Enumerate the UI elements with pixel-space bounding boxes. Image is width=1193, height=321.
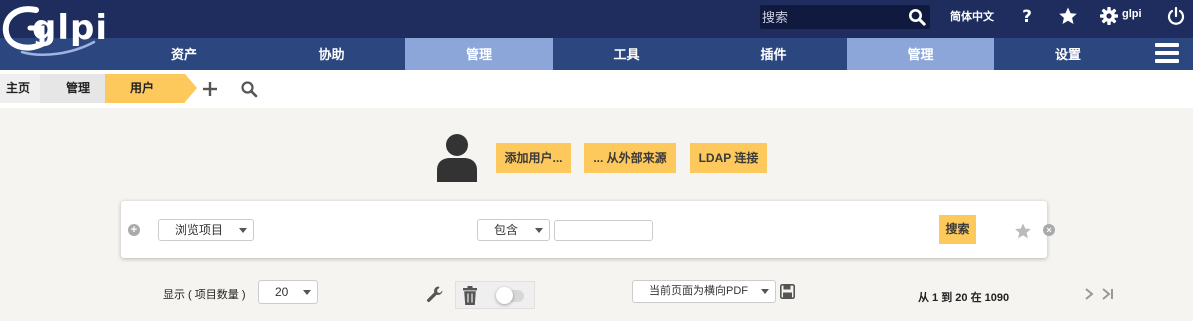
- menu-item-setup[interactable]: 设置: [994, 38, 1142, 70]
- page-size-value: 20: [275, 285, 289, 299]
- ldap-connection-button[interactable]: LDAP 连接: [690, 143, 767, 173]
- breadcrumb-separator: [185, 74, 197, 102]
- search-icon[interactable]: [908, 8, 926, 26]
- menu-item-administration[interactable]: 管理: [847, 38, 994, 70]
- criteria-field-select[interactable]: 浏览项目: [158, 219, 254, 241]
- language-selector[interactable]: 简体中文: [950, 8, 994, 24]
- top-header: 简体中文 ? glpi: [0, 0, 1193, 38]
- criteria-operator-select[interactable]: 包含: [477, 219, 550, 241]
- menu-item-management[interactable]: 管理: [405, 38, 553, 70]
- gear-icon[interactable]: [1099, 6, 1119, 26]
- chevron-down-icon: [303, 290, 311, 295]
- export-format-value: 当前页面为横向PDF: [649, 285, 748, 297]
- menu-item-assistance[interactable]: 协助: [258, 38, 405, 70]
- save-icon[interactable]: [780, 284, 795, 299]
- criteria-field-value: 浏览项目: [175, 223, 224, 237]
- criteria-value-input[interactable]: [554, 220, 653, 241]
- main-menu: 资产 协助 管理 工具 插件 管理 设置: [0, 38, 1193, 70]
- from-external-source-button[interactable]: ... 从外部来源: [584, 143, 676, 173]
- breadcrumb-home[interactable]: 主页: [0, 74, 40, 103]
- chevron-down-icon: [761, 289, 769, 294]
- breadcrumb-management[interactable]: 管理: [40, 74, 106, 103]
- svg-text:?: ?: [1022, 7, 1032, 26]
- user-name-link[interactable]: glpi: [1122, 8, 1142, 20]
- breadcrumb: 主页 管理 用户: [0, 70, 1193, 108]
- page-size-select[interactable]: 20: [258, 280, 318, 304]
- global-search: [760, 5, 930, 29]
- wrench-icon[interactable]: [426, 285, 444, 303]
- trash-toggle-switch[interactable]: [496, 287, 524, 304]
- trash-icon: [463, 286, 477, 305]
- last-page-icon[interactable]: [1101, 287, 1115, 301]
- chevron-down-icon: [239, 228, 247, 233]
- chevron-down-icon: [535, 228, 543, 233]
- add-icon[interactable]: [201, 80, 219, 98]
- menu-item-plugins[interactable]: 插件: [700, 38, 847, 70]
- search-submit-button[interactable]: 搜索: [939, 215, 976, 244]
- toggle-knob: [496, 287, 513, 304]
- glpi-logo[interactable]: glpi: [2, 2, 112, 62]
- menu-item-tools[interactable]: 工具: [553, 38, 700, 70]
- breadcrumb-users[interactable]: 用户: [105, 74, 185, 103]
- star-icon[interactable]: [1058, 6, 1078, 26]
- user-icon: [437, 134, 477, 182]
- trash-bin-toggle: [455, 281, 535, 309]
- logo-text: glpi: [32, 8, 108, 48]
- hamburger-menu-icon[interactable]: [1155, 43, 1179, 65]
- power-icon[interactable]: [1166, 6, 1186, 26]
- star-icon[interactable]: [1014, 222, 1032, 240]
- criteria-operator-value: 包含: [494, 223, 519, 237]
- display-count-label: 显示 ( 项目数量 ): [163, 289, 246, 301]
- menu-item-assets[interactable]: 资产: [110, 38, 258, 70]
- add-criterion-icon[interactable]: +: [128, 224, 140, 236]
- add-user-button[interactable]: 添加用户...: [496, 143, 571, 173]
- search-criteria-panel: + 浏览项目 包含 搜索 ×: [121, 201, 1055, 258]
- reset-search-icon[interactable]: ×: [1043, 224, 1055, 236]
- next-page-icon[interactable]: [1083, 287, 1095, 301]
- global-search-input[interactable]: [762, 7, 902, 27]
- pagination-status: 从 1 到 20 在 1090: [918, 292, 1010, 304]
- export-format-select[interactable]: 当前页面为横向PDF: [632, 280, 776, 303]
- help-icon[interactable]: ?: [1017, 6, 1037, 26]
- search-icon[interactable]: [240, 80, 258, 98]
